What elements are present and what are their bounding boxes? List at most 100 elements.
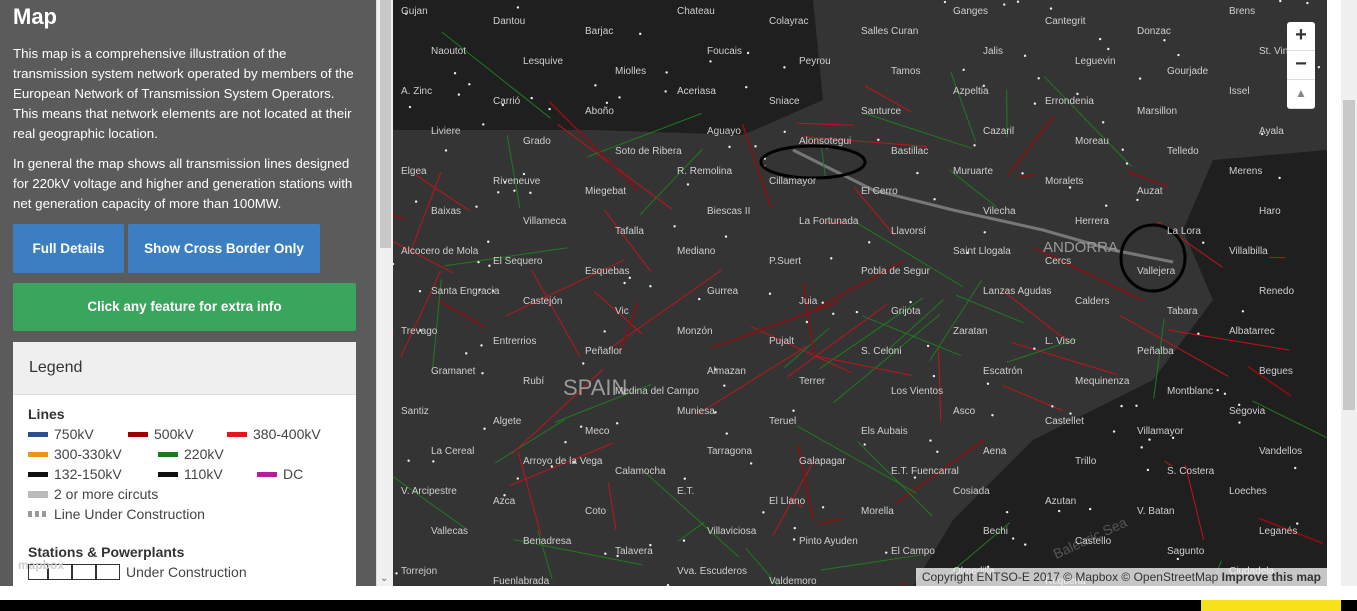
station-dot (487, 240, 490, 243)
station-dot (728, 145, 731, 149)
station-dot (529, 191, 532, 195)
station-dot (605, 101, 609, 104)
legend-item-500kv: 500kV (128, 426, 194, 442)
legend-item-380kv: 380-400kV (227, 426, 321, 442)
place-label: Albatarrec (1229, 326, 1275, 337)
place-label: Morella (861, 506, 894, 517)
place-label: Peyrou (799, 56, 831, 67)
station-dot (639, 32, 642, 36)
station-dot (916, 171, 919, 175)
place-label: Aceriasa (677, 86, 716, 97)
place-label: Castellet (1045, 416, 1084, 427)
station-dot (1171, 436, 1175, 440)
station-dot (548, 107, 551, 111)
station-dot (1278, 176, 1281, 180)
transmission-line (531, 270, 581, 357)
station-dot (1011, 537, 1015, 540)
transmission-line (802, 283, 815, 357)
intro-paragraph: This map is a comprehensive illustration… (13, 46, 354, 141)
station-dot (666, 583, 670, 586)
zoom-out-button[interactable]: − (1287, 51, 1315, 80)
station-dot (1112, 430, 1116, 433)
page-title: Map (13, 4, 57, 29)
station-dot (665, 71, 668, 74)
station-dot (1296, 522, 1299, 525)
station-dot (1104, 204, 1108, 207)
lines-heading: Lines (28, 406, 65, 422)
place-label: Merens (1229, 166, 1262, 177)
station-dot (481, 372, 484, 375)
station-dot (457, 93, 461, 96)
place-label: Moralets (1045, 176, 1083, 187)
station-dot (1076, 92, 1079, 96)
place-label: Tamos (891, 66, 920, 77)
page-scrollbar[interactable] (1341, 0, 1357, 586)
place-label: E.T. (677, 486, 694, 497)
place-label: S. Costera (1167, 466, 1215, 477)
improve-map-link[interactable]: Improve this map (1222, 570, 1321, 584)
swatch-132kv (28, 471, 48, 477)
place-label: Fuenlabrada (493, 576, 550, 586)
place-label: Muniesa (677, 406, 715, 417)
place-label: Gujan (401, 6, 428, 17)
station-dot (1024, 543, 1027, 546)
station-dot (983, 231, 986, 234)
place-label: Soto de Ribera (615, 146, 682, 157)
station-dot (468, 83, 471, 86)
legend-header[interactable]: Legend (13, 342, 356, 395)
transmission-line (857, 441, 933, 517)
place-label: Peñalba (1137, 346, 1174, 357)
station-dot (1238, 421, 1241, 424)
place-label: Azutan (1045, 496, 1076, 507)
sidebar-scroll-thumb[interactable] (380, 0, 391, 248)
place-label: El Llano (769, 496, 806, 507)
scope-paragraph: In general the map shows all transmissio… (13, 156, 353, 211)
full-details-button[interactable]: Full Details (13, 224, 124, 273)
place-label: Lanzas Agudas (983, 286, 1051, 297)
place-label: Cillamayor (769, 176, 817, 187)
station-dot (604, 552, 607, 555)
station-dot (564, 440, 567, 444)
place-label: Elgea (401, 166, 427, 177)
place-label: Alonsotegui (799, 136, 851, 147)
cross-border-button[interactable]: Show Cross Border Only (128, 224, 320, 273)
place-label: Gourjade (1167, 66, 1209, 77)
station-dot (1121, 148, 1124, 151)
station-dot (1279, 0, 1282, 3)
place-label: Saint Llogala (953, 246, 1011, 257)
station-dot (1088, 507, 1092, 511)
place-label: Aena (983, 446, 1007, 457)
place-label: Cazaril (983, 126, 1014, 137)
place-label: Mequinenza (1075, 376, 1130, 387)
transmission-line (1002, 384, 1063, 412)
transmission-line (1127, 171, 1169, 188)
station-dot (1148, 438, 1151, 441)
extra-info-button[interactable]: Click any feature for extra info (13, 283, 356, 331)
scroll-down-icon[interactable]: ⌄ (380, 573, 388, 584)
place-label: Herrera (1075, 216, 1109, 227)
place-label: Errondenia (1045, 96, 1094, 107)
transmission-line (639, 148, 704, 216)
transmission-line (937, 347, 942, 422)
station-dot (482, 123, 485, 126)
station-dot (582, 362, 585, 365)
page-scroll-thumb[interactable] (1343, 100, 1355, 410)
transmission-line (818, 517, 843, 525)
station-dot (393, 262, 395, 266)
place-label: Castejón (523, 296, 562, 307)
station-dot (832, 312, 835, 316)
station-dot (1098, 37, 1102, 41)
map-canvas[interactable]: SPAIN ANDORRA Balearic Sea Gujan Dantou Ba… (393, 0, 1327, 586)
place-label: A. Zinc (401, 86, 432, 97)
place-label: Pinto Ayuden (799, 536, 858, 547)
zoom-in-button[interactable]: + (1287, 22, 1315, 51)
bottom-bar (0, 600, 1357, 611)
station-dot (513, 189, 516, 192)
sidebar-scrollbar[interactable]: ⌄ (376, 0, 394, 586)
compass-icon[interactable]: ▲ (1287, 80, 1315, 109)
swatch-110kv (158, 471, 178, 477)
station-dot (793, 526, 796, 530)
station-dot (418, 290, 422, 293)
station-dot (821, 301, 824, 304)
place-label: Miegebat (585, 186, 626, 197)
